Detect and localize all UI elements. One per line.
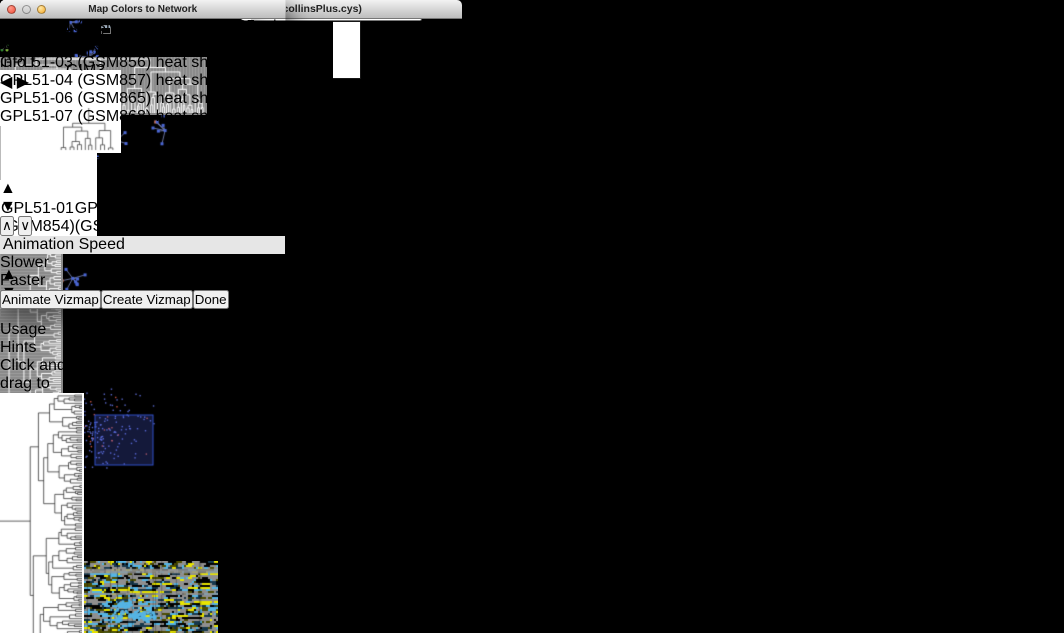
column-label: GPL51-07 (GSM868) xyxy=(370,200,444,236)
usage-hints-line2: Click and drag to xyxy=(0,357,66,393)
move-down-button[interactable]: ∨ xyxy=(18,216,32,236)
column-label: GPL51-08 (GSM872) xyxy=(444,200,518,236)
attribute-item[interactable]: GPL51-06 (GSM865) heat shock 40 min xyxy=(0,90,285,108)
column-label: GPL51-06 (GSM865) xyxy=(296,200,370,236)
attribute-item[interactable]: GPL51-01 (GSM854) heat shock 05 min xyxy=(0,18,285,36)
slower-label: Slower xyxy=(0,254,285,272)
scroll-up-arrow-icon[interactable]: ▲ xyxy=(0,180,7,198)
desktop: Cytoscape Desktop (Session Name: collins… xyxy=(0,0,1064,633)
gene-dendrogram-canvas[interactable] xyxy=(0,393,82,633)
attribute-item[interactable]: GPL51-07 (GSM868) heat shock 60 min xyxy=(0,108,285,126)
dialog-buttons: Animate VizmapCreate VizmapDone xyxy=(0,290,285,309)
dialog-title: Map Colors to Network xyxy=(0,4,285,15)
attribute-list[interactable]: GPL51-01 (GSM854) heat shock 05 minGPL51… xyxy=(0,18,285,216)
faster-label: Faster xyxy=(0,272,285,290)
move-up-button[interactable]: ∧ xyxy=(0,216,14,236)
scrollbar-thumb[interactable] xyxy=(1,126,11,162)
done-button[interactable]: Done xyxy=(193,290,229,309)
attribute-item[interactable]: GPL51-04 (GSM857) heat shock 20 min xyxy=(0,72,285,90)
status-middle-hint: Middle- xyxy=(407,606,459,623)
gene-dendrogram-panel[interactable] xyxy=(0,393,84,633)
attribute-items: GPL51-01 (GSM854) heat shock 05 minGPL51… xyxy=(0,18,285,126)
animate-vizmap-button[interactable]: Animate Vizmap xyxy=(0,290,101,309)
map-colors-dialog: Map Colors to Network Attribute List GPL… xyxy=(0,0,285,309)
attribute-item[interactable]: GPL51-03 (GSM856) heat shock 15 min xyxy=(0,54,285,72)
label-gap xyxy=(333,21,361,79)
attribute-item[interactable]: GPL51-02 (GSM855) heat shock 10 min xyxy=(0,36,285,54)
vertical-scrollbar[interactable] xyxy=(0,126,11,180)
scroll-down-arrow-icon[interactable]: ▼ xyxy=(0,198,7,216)
create-vizmap-button[interactable]: Create Vizmap xyxy=(101,290,193,309)
animation-speed-label: Animation Speed xyxy=(0,236,285,254)
dialog-title-bar[interactable]: Map Colors to Network xyxy=(0,0,285,19)
usage-hints-panel: Usage Hints Click and drag to xyxy=(0,321,66,391)
usage-hints-line1: Usage Hints xyxy=(0,321,66,357)
